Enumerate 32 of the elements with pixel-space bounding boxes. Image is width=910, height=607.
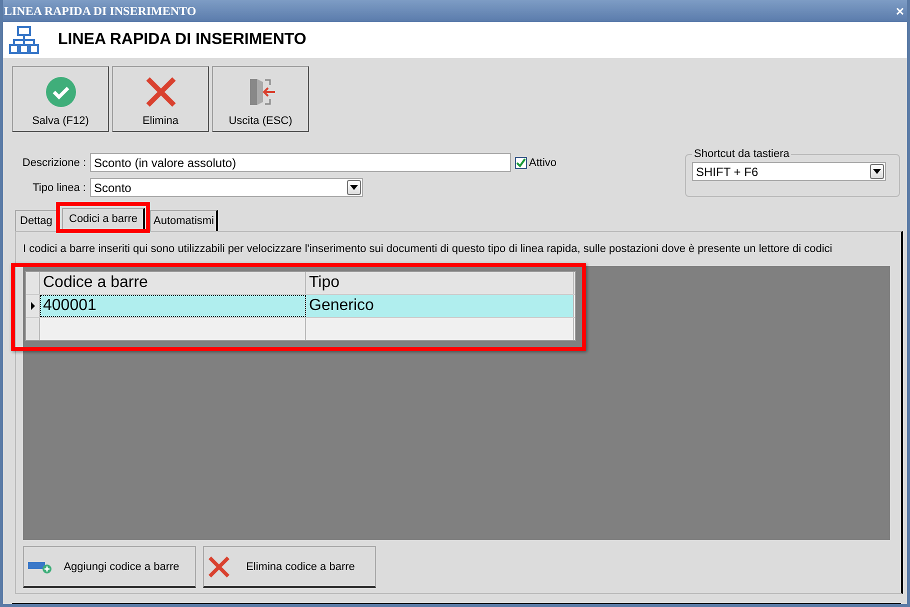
current-row-icon	[30, 302, 34, 310]
toolbar-button[interactable]: Uscita (ESC)	[212, 66, 309, 132]
hierarchy-icon	[9, 25, 39, 55]
action-button[interactable]: Elimina codice a barre	[203, 546, 376, 588]
description-field[interactable]: Sconto (in valore assoluto)	[90, 153, 511, 172]
tab[interactable]: Dettag	[15, 210, 59, 231]
column-header: Tipo	[306, 272, 574, 294]
window-title: LINEA RAPIDA DI INSERIMENTO	[4, 4, 196, 18]
field-label: Tipo linea :	[32, 182, 86, 194]
caret-icon	[350, 185, 358, 190]
table-cell: Generico	[306, 295, 574, 317]
tab[interactable]: Codici a barre	[62, 208, 146, 229]
tab[interactable]: Automatismi	[150, 210, 218, 231]
check-icon	[516, 158, 526, 168]
group-label: Shortcut da tastiera	[693, 148, 790, 160]
toolbar-button[interactable]: Salva (F12)	[12, 66, 109, 132]
info-text: I codici a barre inseriti qui sono utilizzabili per velocizzare l'inserimento sui documenti di questo tipo di linea rapida, sulle postazioni dove è presente un lettore di codici	[23, 243, 834, 255]
check-icon	[44, 76, 76, 108]
cross-icon	[144, 76, 176, 108]
shortcut-dropdown[interactable]: SHIFT + F6	[692, 162, 886, 181]
line-type-dropdown[interactable]: Sconto	[90, 178, 363, 197]
column-header: Codice a barre	[40, 272, 306, 294]
cross-icon	[208, 556, 230, 578]
table-cell: 400001	[40, 295, 306, 317]
add-card-icon	[28, 560, 52, 574]
page-title: LINEA RAPIDA DI INSERIMENTO	[58, 31, 306, 49]
action-button[interactable]: Aggiungi codice a barre	[23, 546, 196, 588]
close-button[interactable]: ×	[892, 4, 907, 18]
active-checkbox[interactable]: Attivo	[515, 156, 557, 168]
field-label: Descrizione :	[21, 156, 86, 168]
caret-icon	[873, 169, 881, 174]
toolbar-button[interactable]: Elimina	[112, 66, 209, 132]
